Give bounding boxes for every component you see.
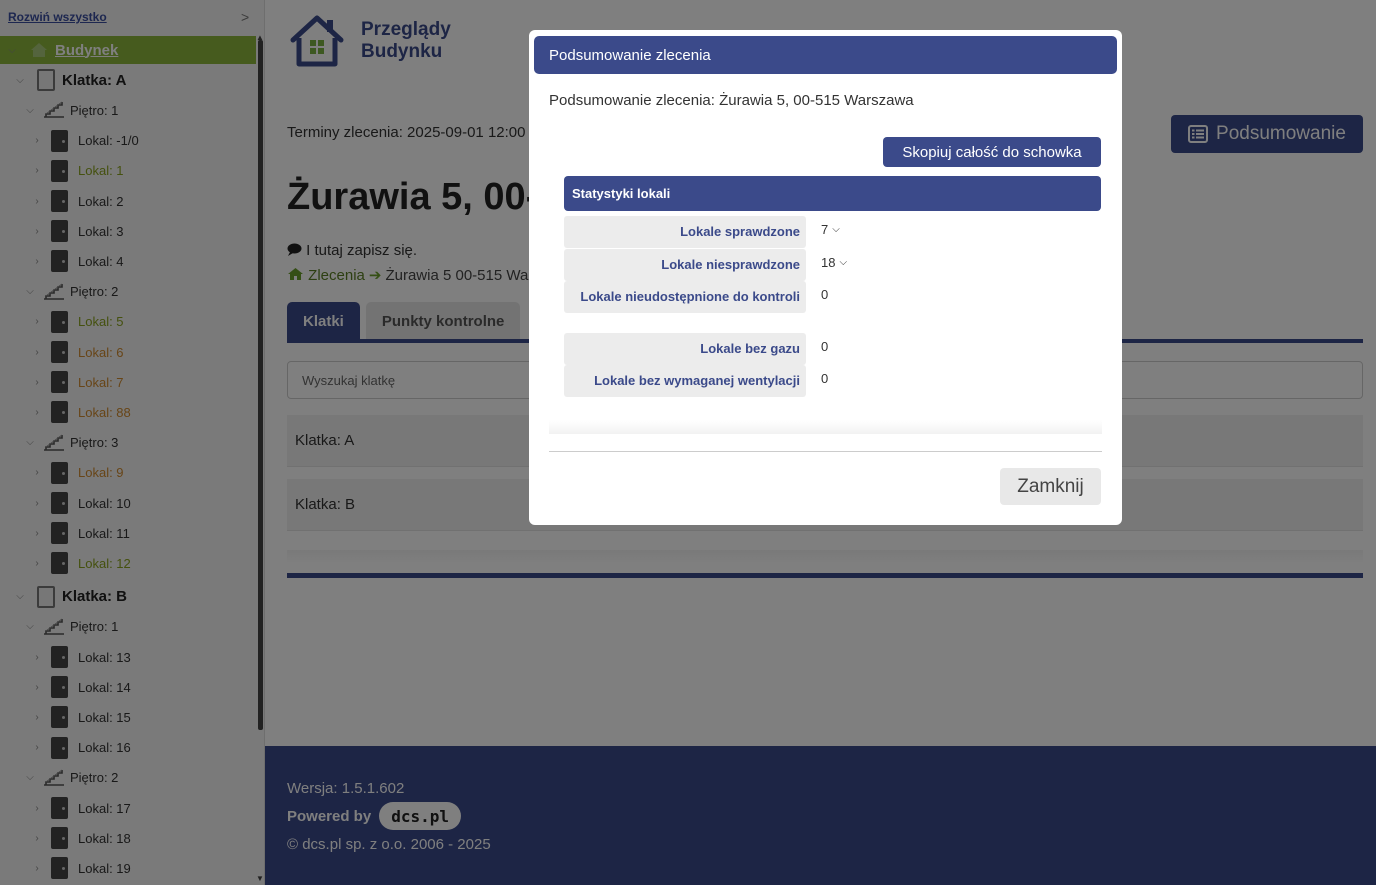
summary-modal: Podsumowanie zlecenia Podsumowanie zlece…: [529, 30, 1122, 525]
stat-value: 18: [821, 255, 836, 270]
modal-header: Podsumowanie zlecenia: [534, 36, 1117, 74]
stat-value: 7: [821, 222, 829, 237]
stat-value-toggle[interactable]: 18 ⌵: [821, 255, 847, 270]
stats-header: Statystyki lokali: [564, 176, 1101, 211]
close-button[interactable]: Zamknij: [1000, 468, 1101, 505]
modal-separator: [549, 420, 1102, 434]
stat-value: 0: [821, 287, 829, 302]
stat-label: Lokale nieudostępnione do kontroli: [564, 281, 806, 313]
stat-label: Lokale bez wymaganej wentylacji: [564, 365, 806, 397]
stat-value: 0: [821, 371, 829, 386]
modal-footer-divider: [549, 451, 1102, 452]
modal-title: Podsumowanie zlecenia: [549, 46, 711, 64]
stat-label: Lokale niesprawdzone: [564, 249, 806, 281]
stat-label: Lokale bez gazu: [564, 333, 806, 365]
copy-to-clipboard-button[interactable]: Skopiuj całość do schowka: [883, 137, 1101, 167]
chevron-down-icon: ⌵: [839, 257, 848, 268]
stat-value-toggle[interactable]: 7 ⌵: [821, 222, 840, 237]
stat-value: 0: [821, 339, 829, 354]
modal-subtitle: Podsumowanie zlecenia: Żurawia 5, 00-515…: [549, 92, 914, 109]
chevron-down-icon: ⌵: [832, 224, 840, 235]
stat-label: Lokale sprawdzone: [564, 216, 806, 248]
